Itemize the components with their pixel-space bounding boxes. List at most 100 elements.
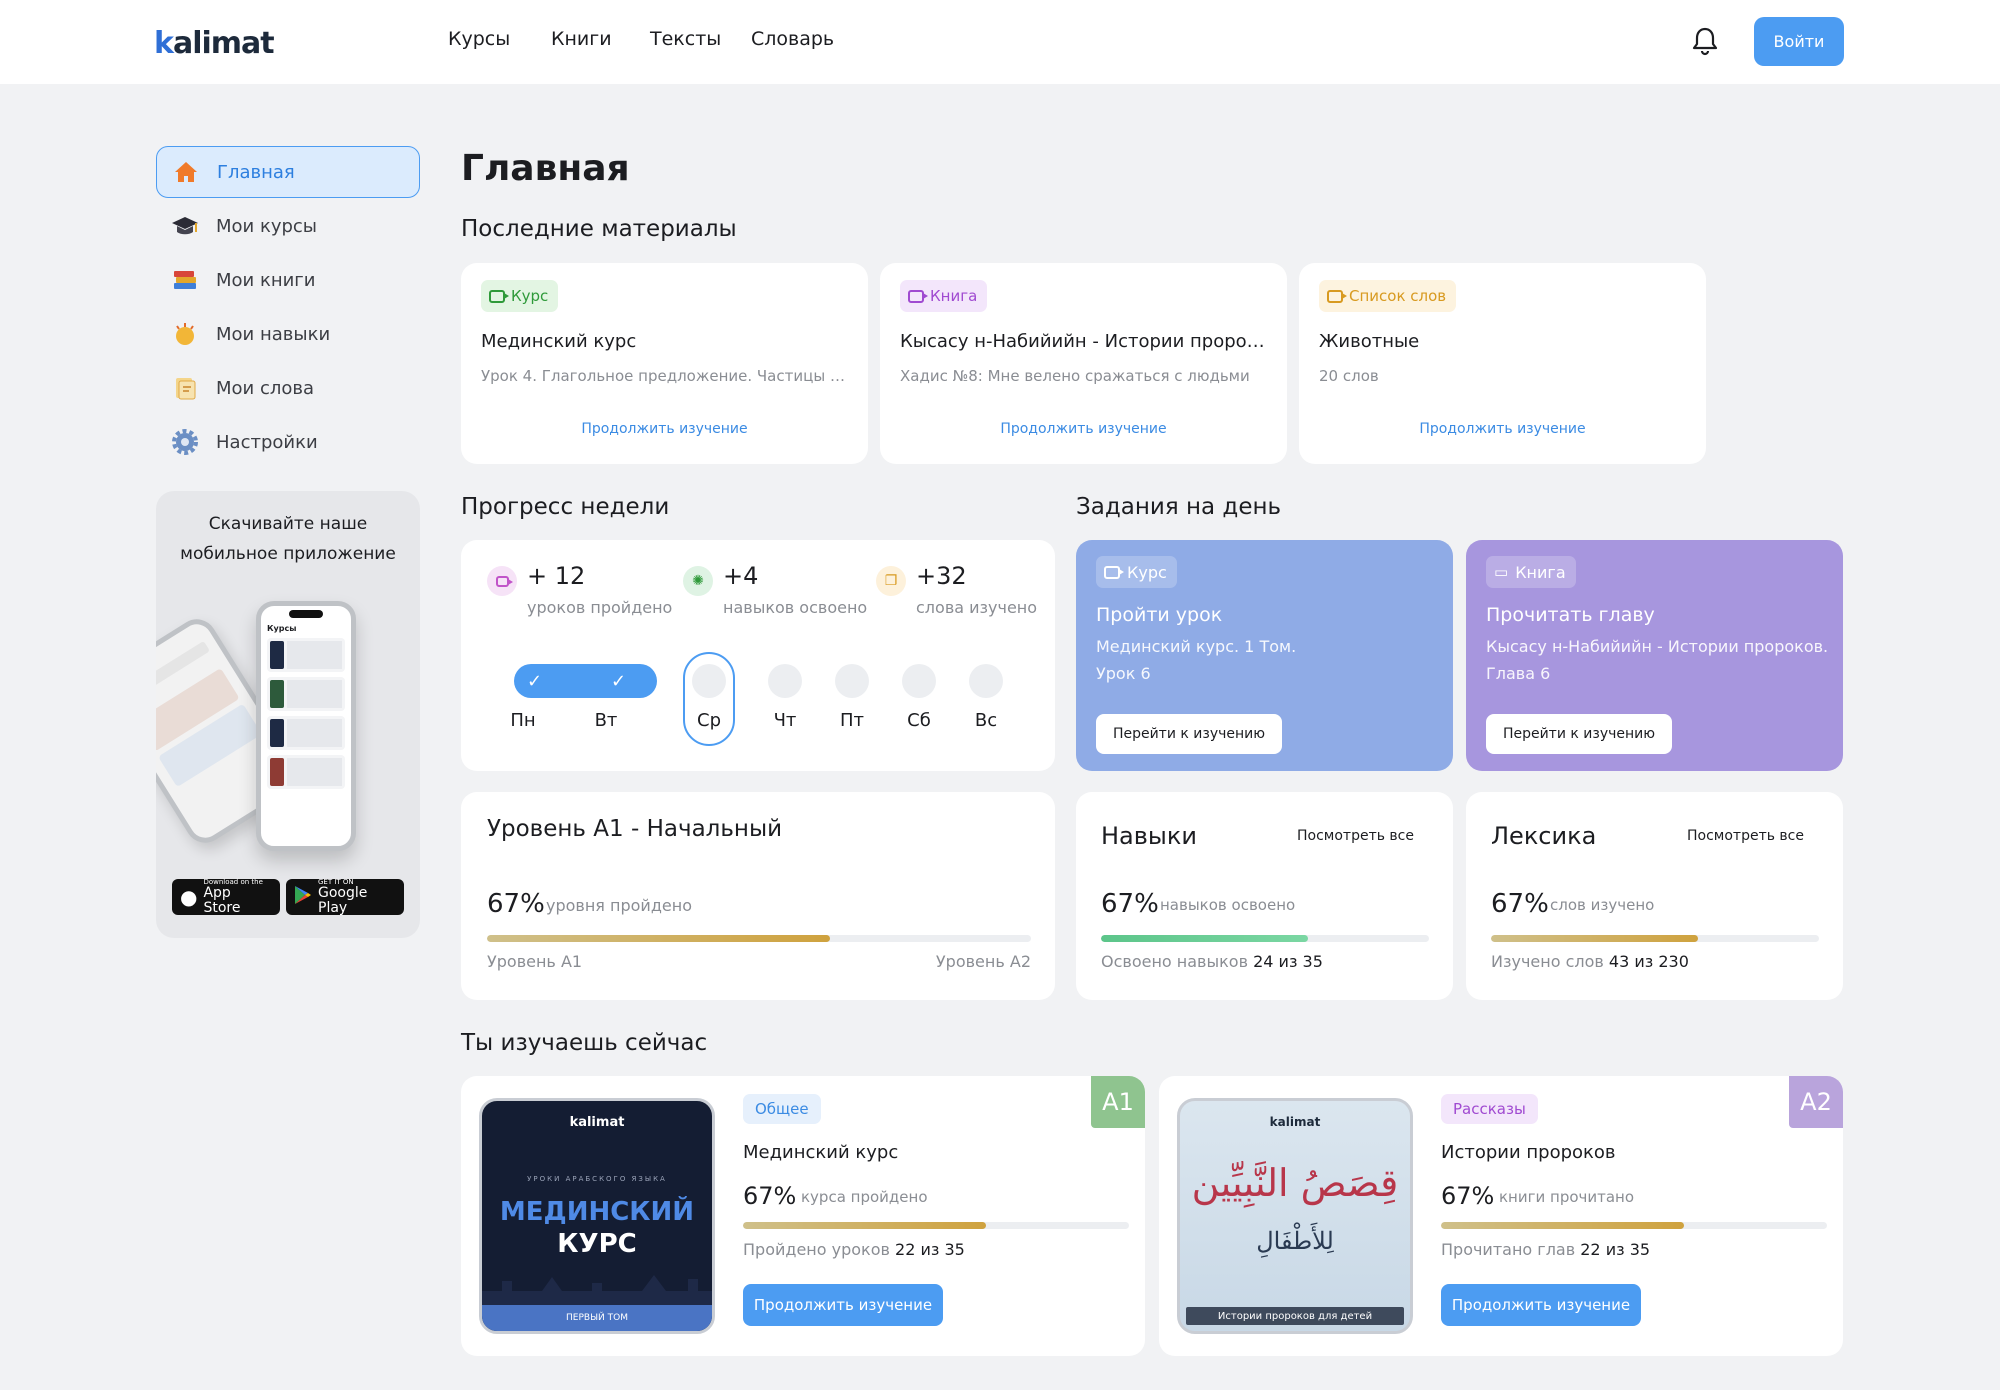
day-thu: Чт [773,710,797,731]
sidebar-item-label: Мои слова [216,377,315,399]
sidebar-item-label: Настройки [216,431,318,453]
nav-books[interactable]: Книги [551,28,612,50]
gear-icon [170,427,200,457]
sidebar-item-home[interactable]: Главная [156,146,420,198]
skills-label: навыков освоено [723,598,868,617]
nav-dictionary[interactable]: Словарь [751,28,834,50]
task-title: Пройти урок [1096,604,1223,626]
skills-percent-label: навыков освоено [1160,896,1296,914]
badge-course: Курс [481,280,559,312]
sidebar-item-my-courses[interactable]: Мои курсы [156,200,420,252]
skills-footer: Освоено навыков 24 из 35 [1101,952,1323,971]
card-subtitle: 20 слов [1319,367,1379,385]
recent-card-book[interactable]: Книга Кысасу н-Набийийн - Истории пророк… [880,263,1287,464]
books-icon [170,265,200,295]
level-progress-bar [487,935,1031,942]
day-wed: Ср [697,710,721,731]
badge-book: Книга [900,280,988,312]
level-percent-label: уровня пройдено [546,896,692,915]
apple-icon: ● [180,885,198,909]
book-icon: ▭ [1494,563,1509,581]
task-line2: Глава 6 [1486,664,1551,683]
now-item-title: Мединский курс [743,1142,899,1163]
check-icon: ✓ [527,671,543,692]
app-store-button[interactable]: ● Download on the App Store [172,878,280,916]
now-item-footer: Прочитано глав 22 из 35 [1441,1240,1651,1259]
vocab-view-all[interactable]: Посмотреть все [1687,828,1804,844]
bell-icon[interactable] [1692,26,1718,56]
skills-progress-bar [1101,935,1429,942]
brain-icon: ✺ [683,566,713,596]
day-circle [692,664,726,698]
now-card-course[interactable]: A1 kalimat УРОКИ АРАБСКОГО ЯЗЫКА МЕДИНСК… [461,1076,1145,1356]
go-to-study-button[interactable]: Перейти к изучению [1096,714,1282,754]
now-item-percent-label: книги прочитано [1499,1188,1635,1206]
day-sat: Сб [907,710,931,731]
day-tue: Вт [594,710,618,731]
day-circle [768,664,802,698]
nav-courses[interactable]: Курсы [448,28,510,50]
now-item-progress-bar [743,1222,1129,1229]
tag-stories: Рассказы [1441,1094,1538,1124]
recent-title: Последние материалы [461,216,737,242]
continue-link[interactable]: Продолжить изучение [1299,421,1706,437]
video-icon [1104,565,1124,579]
vocab-percent-label: слов изучено [1550,896,1655,914]
words-icon [170,373,200,403]
google-play-button[interactable]: GET IT ON Google Play [286,878,404,916]
badge-wordlist: Список слов [1319,280,1457,312]
nav-texts[interactable]: Тексты [650,28,721,50]
task-line1: Мединский курс. 1 Том. [1096,637,1297,656]
skills-percent: 67% [1101,889,1159,919]
continue-study-button[interactable]: Продолжить изучение [1441,1284,1641,1326]
google-play-icon [294,885,312,909]
sidebar-item-my-books[interactable]: Мои книги [156,254,420,306]
level-card: Уровень А1 - Начальный 67% уровня пройде… [461,792,1055,1000]
login-button[interactable]: Войти [1754,17,1844,66]
task-line1: Кысасу н-Набийийн - Истории пророков. [1486,637,1829,656]
level-badge: A2 [1789,1076,1843,1128]
logo[interactable]: kalimat [154,26,275,61]
level-title: Уровень А1 - Начальный [487,816,783,842]
vocab-title: Лексика [1491,822,1597,850]
go-to-study-button[interactable]: Перейти к изучению [1486,714,1672,754]
task-line2: Урок 6 [1096,664,1151,683]
lessons-count: + 12 [527,562,586,590]
task-card-chapter: ▭ Книга Прочитать главу Кысасу н-Набийийн… [1466,540,1843,771]
level-to: Уровень А2 [935,952,1031,971]
skills-title: Навыки [1101,822,1197,850]
lessons-label: уроков пройдено [527,598,673,617]
video-icon [489,289,509,303]
day-sun: Вс [974,710,998,731]
sidebar-item-settings[interactable]: Настройки [156,416,420,468]
task-card-lesson: Курс Пройти урок Мединский курс. 1 Том. … [1076,540,1453,771]
skills-view-all[interactable]: Посмотреть все [1297,828,1414,844]
skills-count: +4 [723,562,759,590]
card-title: Кысасу н-Набийийн - Истории пророков [900,331,1268,352]
recent-card-course[interactable]: Курс Мединский курс Урок 4. Глагольное п… [461,263,868,464]
now-item-title: Истории пророков [1441,1142,1616,1163]
course-cover: kalimat УРОКИ АРАБСКОГО ЯЗЫКА МЕДИНСКИЙ … [479,1098,715,1334]
day-fri: Пт [839,710,865,731]
sidebar-item-my-words[interactable]: Мои слова [156,362,420,414]
graduation-cap-icon [170,211,200,241]
continue-link[interactable]: Продолжить изучение [880,421,1287,437]
recent-card-wordlist[interactable]: Список слов Животные 20 слов Продолжить … [1299,263,1706,464]
card-subtitle: Хадис №8: Мне велено сражаться с людьми [900,367,1250,385]
continue-link[interactable]: Продолжить изучение [461,421,868,437]
words-label: слова изучено [916,598,1038,617]
vocab-card: Лексика Посмотреть все 67% слов изучено … [1466,792,1843,1000]
vocab-progress-bar [1491,935,1819,942]
check-icon: ✓ [611,671,627,692]
now-title: Ты изучаешь сейчас [461,1030,708,1056]
level-badge: A1 [1091,1076,1145,1128]
continue-study-button[interactable]: Продолжить изучение [743,1284,943,1326]
skills-icon [170,319,200,349]
card-subtitle: Урок 4. Глагольное предложение. Частицы … [481,367,851,385]
day-circle [902,664,936,698]
home-icon [171,157,201,187]
now-item-footer: Пройдено уроков 22 из 35 [743,1240,965,1259]
sidebar-item-my-skills[interactable]: Мои навыки [156,308,420,360]
now-card-book[interactable]: A2 kalimat قِصَصُ النَّبِيِّين لِلأَطْفَ… [1159,1076,1843,1356]
card-title: Мединский курс [481,331,637,352]
